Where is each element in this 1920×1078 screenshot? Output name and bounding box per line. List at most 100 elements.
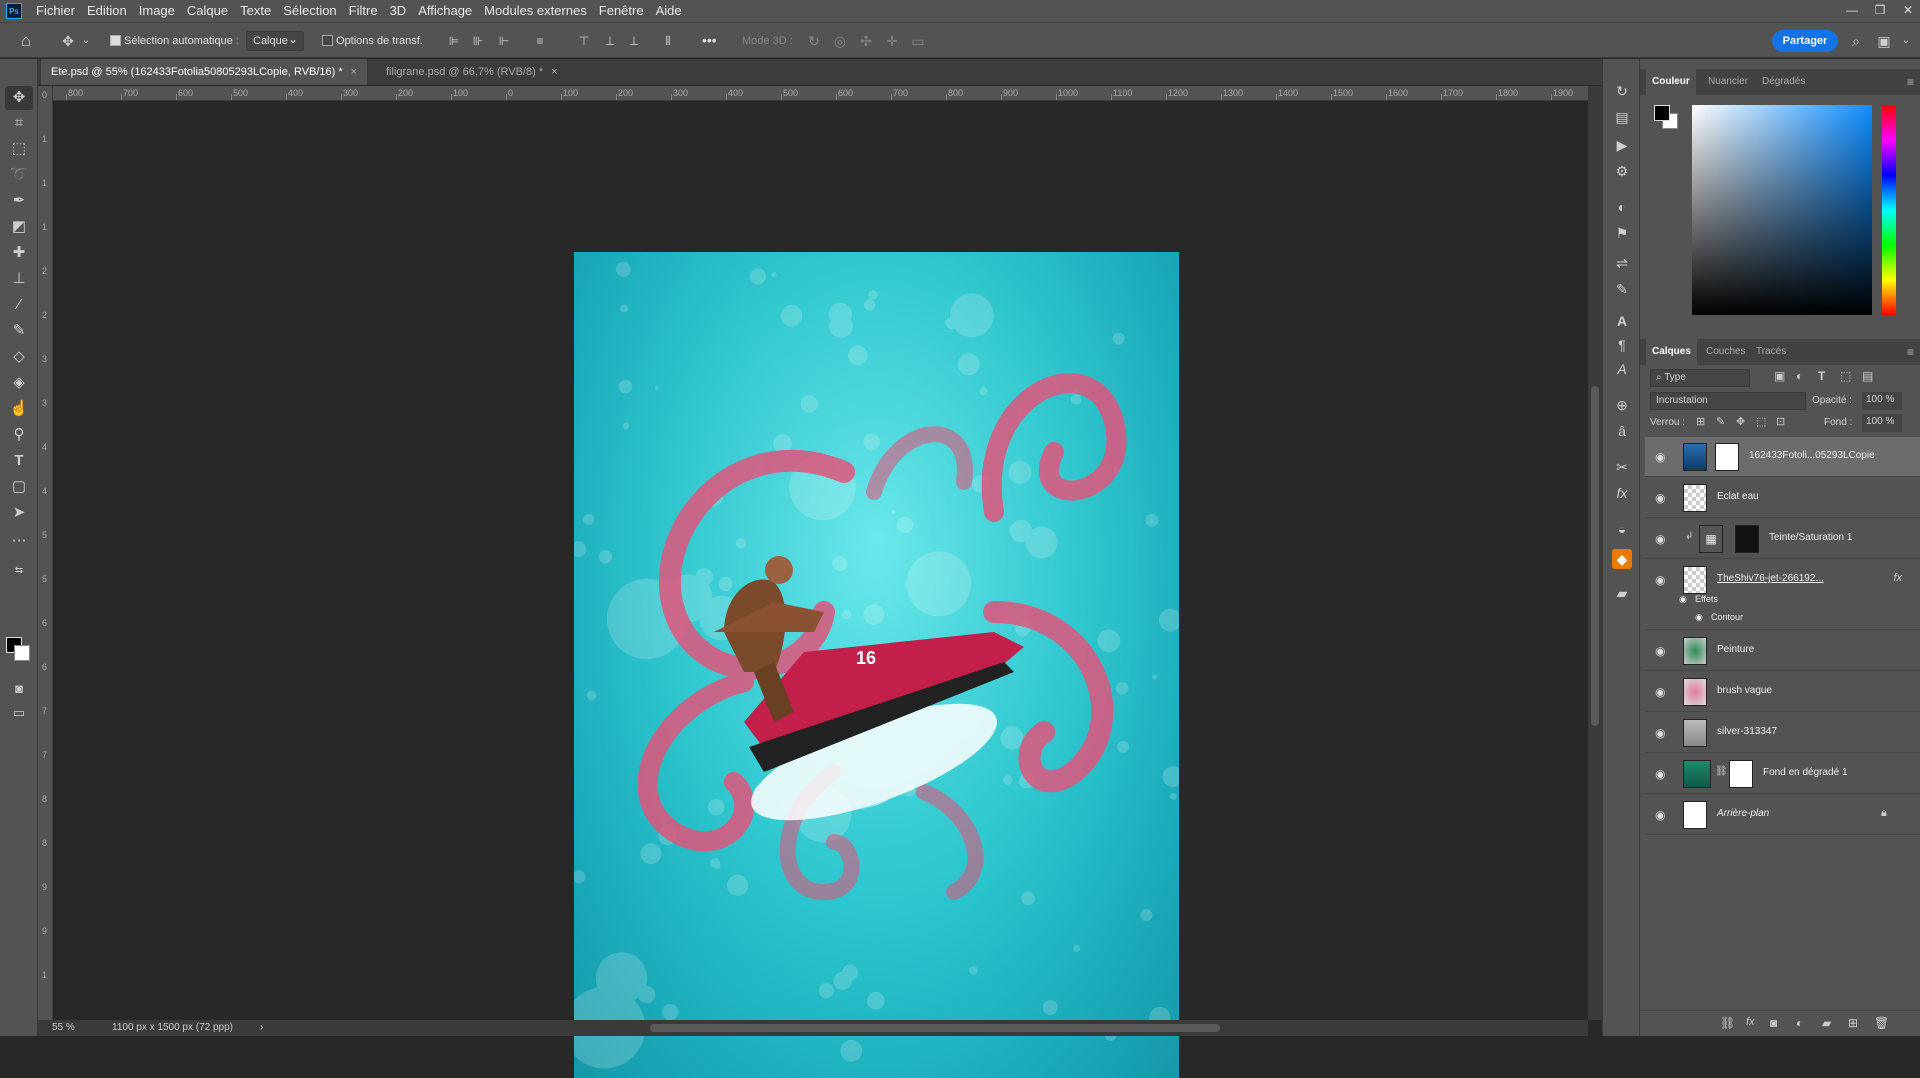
panel-menu-icon[interactable]: ≡: [1907, 75, 1914, 89]
paths-icon[interactable]: ✎: [1612, 279, 1632, 299]
brush-settings-icon[interactable]: ȃ: [1612, 421, 1632, 441]
fx-icon[interactable]: fx: [1612, 483, 1632, 503]
scroll-thumb[interactable]: [650, 1024, 1220, 1032]
3d-roll-icon[interactable]: ◎: [830, 31, 850, 51]
type-tool-icon[interactable]: T: [5, 449, 33, 473]
align-bottom-icon[interactable]: ⊥: [624, 31, 644, 51]
tool-presets-icon[interactable]: ✂: [1612, 457, 1632, 477]
rectangle-tool-icon[interactable]: ▢: [5, 475, 33, 499]
visibility-eye-icon[interactable]: ◉: [1655, 450, 1665, 464]
properties-icon[interactable]: ⚙: [1612, 161, 1632, 181]
layer-row[interactable]: ◉ Peinture: [1645, 631, 1920, 671]
visibility-eye-icon[interactable]: ◉: [1655, 685, 1665, 699]
align-right-icon[interactable]: ⊩: [494, 31, 514, 51]
layer-row[interactable]: ◉ ↲ ▦ Teinte/Saturation 1: [1645, 519, 1920, 559]
tab-nuancier[interactable]: Nuancier: [1702, 69, 1754, 95]
more-tools-icon[interactable]: ⋯: [5, 529, 33, 553]
horizontal-scrollbar[interactable]: [280, 1020, 1588, 1036]
align-top-icon[interactable]: ⊤: [574, 31, 594, 51]
home-icon[interactable]: ⌂: [16, 31, 36, 51]
layer-row[interactable]: ◉ ⛓ Fond en dégradé 1: [1645, 754, 1920, 794]
paragraph-icon[interactable]: ¶: [1612, 335, 1632, 355]
status-arrow-icon[interactable]: ›: [260, 1020, 263, 1036]
restore-button[interactable]: ❐: [1866, 0, 1894, 22]
dodge-tool-icon[interactable]: ⚲: [5, 423, 33, 447]
minimize-button[interactable]: —: [1838, 0, 1866, 22]
filter-type-icon[interactable]: T: [1818, 369, 1825, 383]
move-tool-icon[interactable]: ✥: [5, 86, 33, 110]
tab-ete-psd[interactable]: Ete.psd @ 55% (162433Fotolia50805293LCop…: [41, 59, 368, 85]
3d-slide-icon[interactable]: ✛: [882, 31, 902, 51]
vertical-scrollbar[interactable]: [1588, 86, 1602, 1020]
filter-shape-icon[interactable]: ⬚: [1840, 369, 1851, 383]
visibility-eye-icon[interactable]: ◉: [1655, 726, 1665, 740]
background-color-swatch[interactable]: [14, 645, 30, 661]
chevron-down-icon[interactable]: ⌄: [76, 31, 96, 51]
add-style-icon[interactable]: fx: [1746, 1016, 1755, 1028]
hue-slider[interactable]: [1882, 105, 1896, 315]
3d-orbit-icon[interactable]: ↻: [804, 31, 824, 51]
lasso-tool-icon[interactable]: ➰: [5, 163, 33, 187]
marquee-tool-icon[interactable]: ⬚: [5, 137, 33, 161]
align-center-icon[interactable]: ⊪: [468, 31, 488, 51]
search-icon[interactable]: ⌕: [1846, 31, 1866, 51]
lock-artboard-icon[interactable]: ⬚: [1756, 415, 1766, 428]
visibility-eye-icon[interactable]: ◉: [1655, 491, 1665, 505]
menu-filtre[interactable]: Filtre: [343, 0, 384, 22]
notes-icon[interactable]: ▰: [1612, 583, 1632, 603]
adjustments-icon[interactable]: ◐: [1612, 197, 1632, 217]
character-icon[interactable]: A: [1612, 311, 1632, 331]
tab-traces[interactable]: Tracés: [1750, 339, 1792, 365]
layer-name[interactable]: TheShiv76-jet-266192...: [1717, 573, 1824, 584]
close-tab-icon[interactable]: ×: [351, 66, 357, 78]
layer-row[interactable]: ◉ Arrière-plan 🔒︎: [1645, 795, 1920, 835]
auto-select-dropdown[interactable]: Calque: [246, 31, 304, 51]
layer-row[interactable]: ◉ Eclat eau: [1645, 478, 1920, 518]
blend-mode-dropdown[interactable]: Incrustation: [1650, 392, 1806, 410]
tab-couches[interactable]: Couches: [1700, 339, 1751, 365]
menu-3d[interactable]: 3D: [384, 0, 413, 22]
actions-play-icon[interactable]: ▶: [1612, 135, 1632, 155]
crop-tool-icon[interactable]: ⌗: [5, 111, 33, 135]
menu-modules-externes[interactable]: Modules externes: [478, 0, 593, 22]
quick-selection-icon[interactable]: ◩: [5, 215, 33, 239]
move-tool-icon[interactable]: ✥: [58, 31, 78, 51]
menu-fichier[interactable]: Fichier: [30, 0, 81, 22]
smudge-tool-icon[interactable]: ☝: [5, 397, 33, 421]
menu-affichage[interactable]: Affichage: [412, 0, 478, 22]
canvas-area[interactable]: 16: [54, 102, 1588, 1078]
menu-image[interactable]: Image: [133, 0, 181, 22]
opacity-input[interactable]: 100 %: [1862, 392, 1902, 410]
3d-pan-icon[interactable]: ✣: [856, 31, 876, 51]
color-field[interactable]: [1692, 105, 1872, 315]
align-middle-icon[interactable]: ⊥: [600, 31, 620, 51]
layer-name[interactable]: silver-313347: [1717, 726, 1777, 737]
zoom-level[interactable]: 55 %: [52, 1020, 75, 1036]
brush-tool-icon[interactable]: ✎: [5, 319, 33, 343]
distribute-vertical-icon[interactable]: ⫴: [658, 31, 678, 51]
add-mask-icon[interactable]: ◙: [1770, 1016, 1777, 1030]
layer-row[interactable]: ◉ brush vague: [1645, 672, 1920, 712]
filter-adjust-icon[interactable]: ◐: [1796, 369, 1803, 383]
tab-filigrane-psd[interactable]: filigrane.psd @ 66,7% (RVB/8) * ×: [376, 59, 568, 85]
library-icon[interactable]: ▤: [1612, 107, 1632, 127]
panel-menu-icon[interactable]: ≡: [1907, 345, 1914, 359]
contour-eye-icon[interactable]: ◉: [1695, 612, 1703, 623]
menu-fenetre[interactable]: Fenêtre: [593, 0, 650, 22]
visibility-eye-icon[interactable]: ◉: [1655, 767, 1665, 781]
visibility-eye-icon[interactable]: ◉: [1655, 573, 1665, 587]
link-layers-icon[interactable]: ⛓: [1720, 1016, 1735, 1030]
clone-source-icon[interactable]: ⊕: [1612, 395, 1632, 415]
auto-select-checkbox[interactable]: [110, 35, 121, 46]
menu-selection[interactable]: Sélection: [277, 0, 342, 22]
stamp-tool-icon[interactable]: ⊥: [5, 267, 33, 291]
3d-scale-icon[interactable]: ▭: [908, 31, 928, 51]
align-left-icon[interactable]: ⊫: [444, 31, 464, 51]
new-adjustment-icon[interactable]: ◐: [1796, 1016, 1803, 1030]
visibility-eye-icon[interactable]: ◉: [1655, 644, 1665, 658]
tab-degrades[interactable]: Dégradés: [1756, 69, 1811, 95]
glyphs-icon[interactable]: A: [1612, 359, 1632, 379]
channels-icon[interactable]: ⇌: [1612, 253, 1632, 273]
filter-pixel-icon[interactable]: ▣: [1774, 369, 1785, 383]
3d-panel-icon[interactable]: ◆: [1612, 549, 1632, 569]
